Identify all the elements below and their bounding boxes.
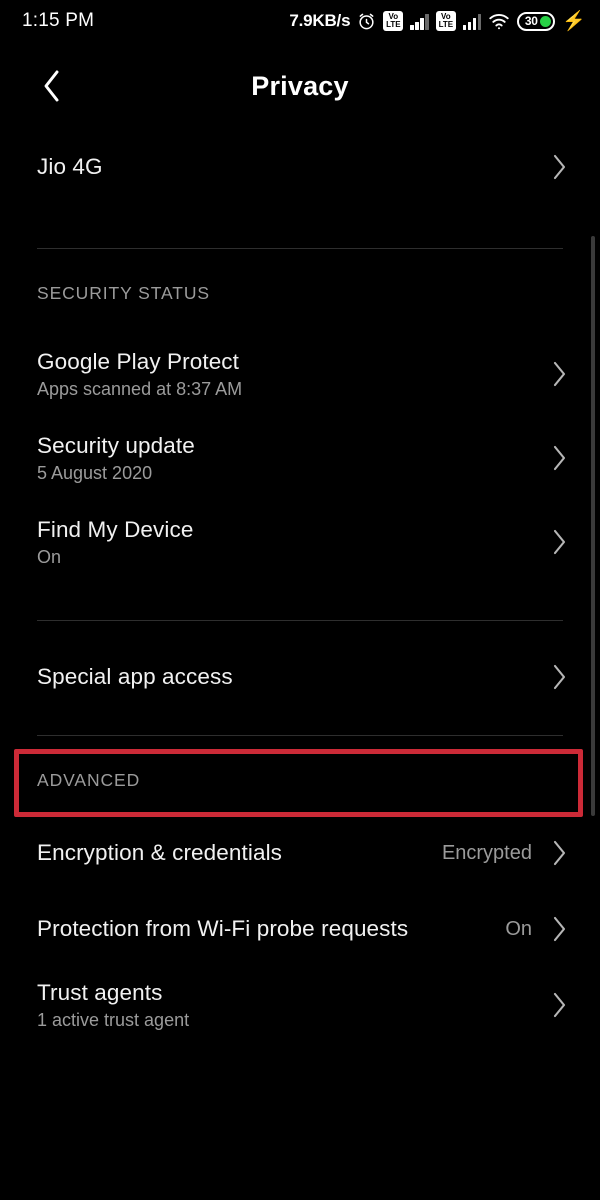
volte-sim1-icon: Vo LTE: [383, 11, 404, 31]
wifi-icon: [488, 12, 510, 31]
list-item-subtitle: 1 active trust agent: [37, 1009, 190, 1030]
alarm-icon: [357, 12, 376, 31]
back-chevron-icon: [44, 70, 59, 102]
status-bar: 1:15 PM 7.9KB/s Vo LTE Vo LTE 30 ⚡: [0, 0, 600, 42]
list-item-title: Special app access: [37, 664, 233, 689]
list-item-subtitle: Apps scanned at 8:37 AM: [37, 378, 243, 399]
status-bar-icons: 7.9KB/s Vo LTE Vo LTE 30 ⚡: [289, 11, 586, 31]
network-speed-indicator: 7.9KB/s: [289, 11, 351, 30]
battery-fill: [540, 15, 552, 27]
page-title: Privacy: [251, 70, 349, 101]
chevron-right-icon: [548, 528, 570, 556]
volte-sim2-bottom: LTE: [438, 20, 454, 29]
list-item-subtitle: 5 August 2020: [37, 462, 153, 483]
chevron-right-icon: [548, 153, 570, 181]
volte-sim1-bottom: LTE: [386, 20, 401, 29]
chevron-right-icon: [548, 663, 570, 691]
section-header-security-status: SECURITY STATUS: [37, 283, 210, 303]
list-item-subtitle: On: [37, 546, 62, 567]
list-item-jio-4g[interactable]: Jio 4G: [0, 130, 600, 204]
back-button[interactable]: [30, 64, 74, 108]
battery-level-label: 30: [524, 14, 538, 28]
list-item-google-play-protect[interactable]: Google Play Protect Apps scanned at 8:37…: [0, 332, 600, 416]
settings-list: Jio 4G SECURITY STATUS Google Play Prote…: [0, 130, 600, 1043]
battery-icon: 30: [517, 11, 556, 31]
chevron-right-icon: [548, 991, 570, 1019]
list-item-find-my-device[interactable]: Find My Device On: [0, 500, 600, 584]
list-item-special-app-access[interactable]: Special app access: [0, 641, 600, 713]
list-item-title: Security update: [37, 432, 195, 458]
list-item-title: Google Play Protect: [37, 348, 240, 374]
list-item-security-update[interactable]: Security update 5 August 2020: [0, 416, 600, 500]
vertical-scrollbar[interactable]: [591, 236, 595, 816]
lightning-bolt-icon: ⚡: [562, 10, 586, 32]
signal-bars-sim1-icon: [410, 13, 429, 30]
list-item-value: On: [505, 917, 532, 940]
app-bar: Privacy: [0, 42, 600, 130]
volte-sim2-icon: Vo LTE: [435, 11, 456, 31]
chevron-right-icon: [548, 839, 570, 867]
list-item-title: Jio 4G: [37, 154, 103, 179]
list-item-title: Protection from Wi-Fi probe requests: [37, 916, 409, 941]
chevron-right-icon: [548, 915, 570, 943]
list-item-trust-agents[interactable]: Trust agents 1 active trust agent: [0, 967, 600, 1043]
list-item-title: Find My Device: [37, 516, 194, 542]
list-item-encryption-credentials[interactable]: Encryption & credentials Encrypted: [0, 815, 600, 891]
list-item-title: Trust agents: [37, 979, 163, 1005]
list-item-title: Encryption & credentials: [37, 840, 283, 865]
list-item-value: Encrypted: [441, 841, 532, 864]
list-item-wifi-probe-protection[interactable]: Protection from Wi-Fi probe requests On: [0, 891, 600, 967]
chevron-right-icon: [548, 360, 570, 388]
status-bar-clock: 1:15 PM: [22, 10, 95, 31]
signal-bars-sim2-icon: [462, 13, 482, 30]
section-header-advanced: ADVANCED: [37, 770, 141, 790]
chevron-right-icon: [548, 444, 570, 472]
